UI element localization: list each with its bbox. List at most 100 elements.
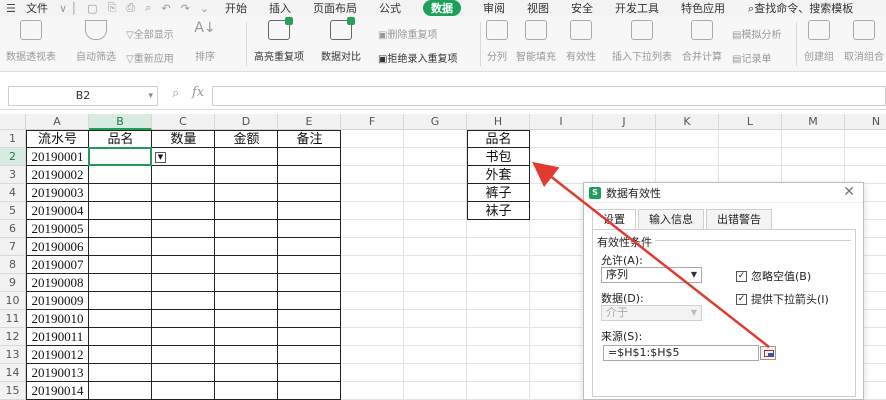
data-compare-button[interactable]: 数据对比 xyxy=(321,17,361,63)
cell-serial[interactable]: 20190005 xyxy=(26,220,89,238)
print-preview-icon[interactable]: ⌕ xyxy=(145,1,151,15)
row-header-12[interactable]: 12 xyxy=(0,328,26,346)
insert-dropdown-list-button[interactable]: 插入下拉列表 xyxy=(612,20,672,63)
tab-page-layout[interactable]: 页面布局 xyxy=(313,0,357,16)
tab-security[interactable]: 安全 xyxy=(571,0,593,16)
cell-h-header[interactable]: 品名 xyxy=(467,130,530,148)
open-icon[interactable]: ⎘ xyxy=(108,1,117,15)
cell-serial[interactable]: 20190002 xyxy=(26,166,89,184)
column-header-e[interactable]: E xyxy=(278,114,341,130)
autofilter-button[interactable]: 自动筛选 xyxy=(76,20,116,63)
cell-header[interactable]: 品名 xyxy=(89,130,152,148)
column-header-d[interactable]: D xyxy=(215,114,278,130)
tab-formula[interactable]: 公式 xyxy=(379,0,401,16)
simulate-analysis-button[interactable]: ▤模拟分析 xyxy=(732,26,781,41)
tab-home[interactable]: 开始 xyxy=(225,0,247,16)
cell-header[interactable]: 数量 xyxy=(152,130,215,148)
show-all-button[interactable]: ▽全部显示 xyxy=(126,26,174,41)
record-form-button[interactable]: ▤记录单 xyxy=(732,50,771,65)
cell-serial[interactable]: 20190008 xyxy=(26,274,89,292)
cell-header[interactable]: 金额 xyxy=(215,130,278,148)
remove-duplicates-button[interactable]: ▣删除重复项 xyxy=(378,26,437,41)
row-header-5[interactable]: 5 xyxy=(0,202,26,220)
cell-serial[interactable]: 20190011 xyxy=(26,328,89,346)
reapply-button[interactable]: ▽重新应用 xyxy=(126,50,174,65)
command-search[interactable]: ⌕查找命令、搜索模板 xyxy=(748,0,853,16)
row-header-15[interactable]: 15 xyxy=(0,382,26,400)
formula-input[interactable] xyxy=(212,86,886,106)
fx-label[interactable]: fx xyxy=(192,85,204,100)
new-doc-icon[interactable]: ▢ xyxy=(87,2,97,15)
tab-data[interactable]: 数据 xyxy=(423,0,462,16)
tab-special[interactable]: 特色应用 xyxy=(681,0,725,16)
row-header-2[interactable]: 2 xyxy=(0,148,26,166)
column-header-b[interactable]: B xyxy=(89,114,152,130)
row-header-8[interactable]: 8 xyxy=(0,256,26,274)
dialog-titlebar[interactable]: S 数据有效性 xyxy=(584,183,863,203)
split-columns-button[interactable]: 分列 xyxy=(486,20,508,63)
column-header-j[interactable]: J xyxy=(593,114,656,130)
tab-review[interactable]: 审阅 xyxy=(483,0,505,16)
cell-serial[interactable]: 20190012 xyxy=(26,346,89,364)
cell-h-item[interactable]: 外套 xyxy=(467,166,530,184)
name-box[interactable]: B2 ▾ xyxy=(8,86,158,106)
cell-dropdown-chevron-icon[interactable]: ▼ xyxy=(155,152,166,163)
hamburger-icon[interactable]: ☰ xyxy=(6,2,22,15)
allow-select[interactable]: 序列 ▼ xyxy=(601,267,702,283)
cell-serial[interactable]: 20190006 xyxy=(26,238,89,256)
cell-header[interactable]: 备注 xyxy=(278,130,341,148)
column-header-h[interactable]: H xyxy=(467,114,530,130)
create-group-button[interactable]: 创建组 xyxy=(804,20,834,63)
row-header-14[interactable]: 14 xyxy=(0,364,26,382)
row-header-10[interactable]: 10 xyxy=(0,292,26,310)
consolidate-button[interactable]: 合并计算 xyxy=(682,20,722,63)
range-select-icon[interactable] xyxy=(760,346,776,360)
row-header-7[interactable]: 7 xyxy=(0,238,26,256)
redo-icon[interactable]: ↷ xyxy=(181,2,190,15)
column-header-n[interactable]: N xyxy=(845,114,886,130)
pivot-table-button[interactable]: 数据透视表 xyxy=(6,20,56,63)
cell-serial[interactable]: 20190003 xyxy=(26,184,89,202)
ignore-blank-checkbox[interactable]: ✓ 忽略空值(B) xyxy=(736,268,811,284)
cell-serial[interactable]: 20190014 xyxy=(26,382,89,400)
column-header-f[interactable]: F xyxy=(341,114,404,130)
validity-button[interactable]: 有效性 xyxy=(566,20,596,63)
zoom-icon[interactable]: ⌕ xyxy=(172,86,179,101)
column-header-k[interactable]: K xyxy=(656,114,719,130)
row-header-13[interactable]: 13 xyxy=(0,346,26,364)
cell-serial[interactable]: 20190010 xyxy=(26,310,89,328)
row-header-6[interactable]: 6 xyxy=(0,220,26,238)
quick-access-chevron-icon[interactable]: ∨ │ xyxy=(59,2,77,15)
column-header-a[interactable]: A xyxy=(26,114,89,130)
chevron-down-icon[interactable]: ▾ xyxy=(148,87,153,105)
reject-duplicates-button[interactable]: ▣拒绝录入重复项 xyxy=(378,50,457,65)
column-header-i[interactable]: I xyxy=(530,114,593,130)
cell-serial[interactable]: 20190009 xyxy=(26,292,89,310)
tab-error-alert[interactable]: 出错警告 xyxy=(706,209,772,229)
tab-developer[interactable]: 开发工具 xyxy=(615,0,659,16)
dropdown-arrow-checkbox[interactable]: ✓ 提供下拉箭头(I) xyxy=(736,291,829,307)
column-header-m[interactable]: M xyxy=(782,114,845,130)
row-header-3[interactable]: 3 xyxy=(0,166,26,184)
row-header-4[interactable]: 4 xyxy=(0,184,26,202)
column-header-c[interactable]: C xyxy=(152,114,215,130)
cell-h-item[interactable]: 书包 xyxy=(467,148,530,166)
cell-h-item[interactable]: 袜子 xyxy=(467,202,530,220)
print-icon[interactable]: ⎙ xyxy=(126,1,135,15)
close-icon[interactable]: ✕ xyxy=(843,184,855,200)
column-header-l[interactable]: L xyxy=(719,114,782,130)
source-input[interactable]: =$H$1:$H$5 xyxy=(603,345,759,361)
cell-serial[interactable]: 20190007 xyxy=(26,256,89,274)
row-header-1[interactable]: 1 xyxy=(0,130,26,148)
cell-header[interactable]: 流水号 xyxy=(26,130,89,148)
customize-chevron-icon[interactable]: ⌄ xyxy=(200,2,209,15)
row-header-11[interactable]: 11 xyxy=(0,310,26,328)
tab-insert[interactable]: 插入 xyxy=(269,0,291,16)
smart-fill-button[interactable]: 智能填充 xyxy=(516,20,556,63)
tab-settings[interactable]: 设置 xyxy=(592,209,636,229)
sort-button[interactable]: A↓ 排序 xyxy=(194,20,216,63)
column-header-g[interactable]: G xyxy=(404,114,467,130)
active-cell-b2[interactable] xyxy=(88,147,152,166)
cell-serial[interactable]: 20190004 xyxy=(26,202,89,220)
cell-serial[interactable]: 20190013 xyxy=(26,364,89,382)
